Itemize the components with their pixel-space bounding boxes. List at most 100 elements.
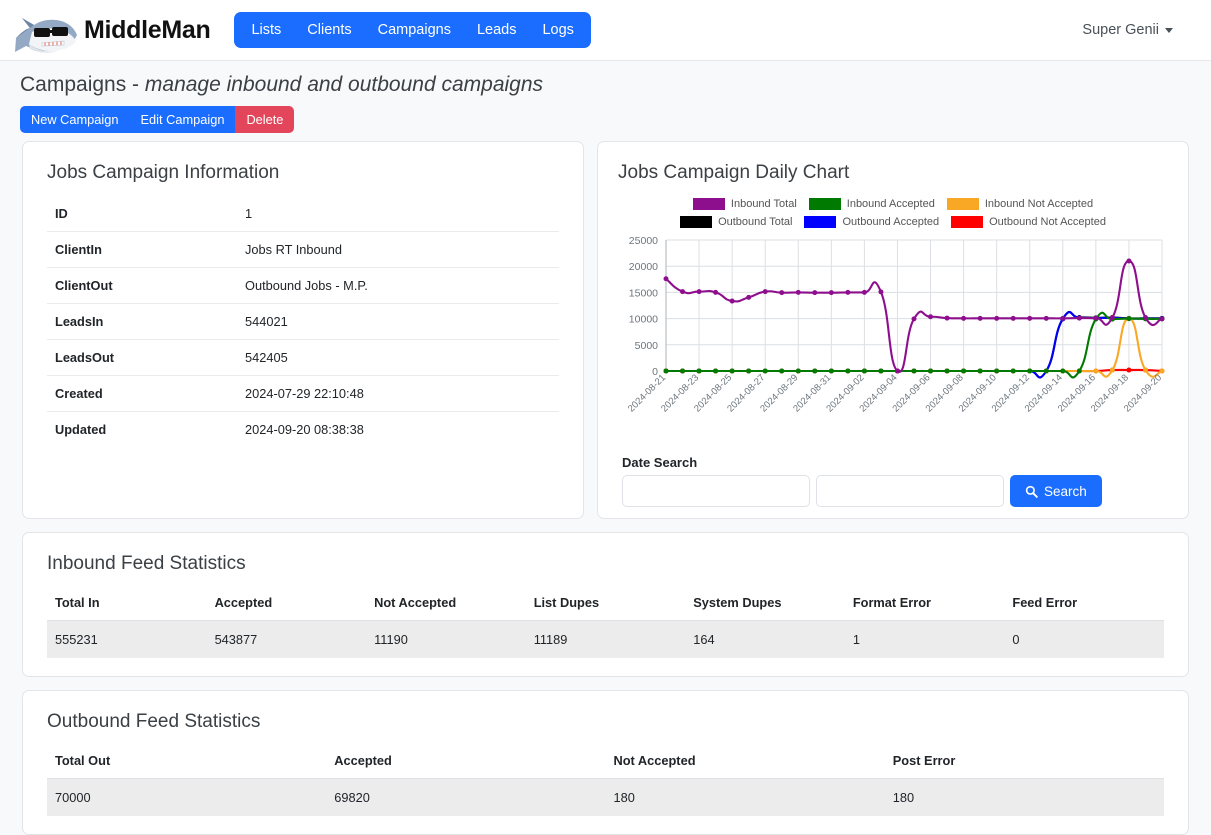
svg-text:5000: 5000 (635, 340, 659, 352)
inbound-statistics-table: Total In Accepted Not Accepted List Dupes Sy… (47, 587, 1164, 658)
outbound-feed-statistics-card: Outbound Feed Statistics Total Out Accept… (22, 690, 1189, 835)
nav-item-campaigns[interactable]: Campaigns (365, 15, 464, 45)
legend-item[interactable]: Inbound Not Accepted (946, 198, 1093, 210)
svg-text:15000: 15000 (629, 287, 658, 299)
table-cell: 11189 (525, 620, 686, 658)
new-campaign-button[interactable]: New Campaign (20, 106, 130, 133)
info-value-updated: 2024-09-20 08:38:38 (237, 411, 559, 447)
delete-button[interactable]: Delete (235, 106, 295, 133)
legend-swatch (808, 198, 841, 210)
column-header: Feed Error (1012, 595, 1078, 610)
legend-swatch (946, 198, 979, 210)
table-row: LeadsIn 544021 (47, 303, 559, 340)
page-title-main: Campaigns - (20, 73, 145, 96)
table-row: ClientOut Outbound Jobs - M.P. (47, 267, 559, 304)
daily-line-chart: 05000100001500020000250002024-08-212024-… (626, 235, 1165, 414)
date-from-input[interactable] (622, 475, 810, 507)
legend-swatch (692, 198, 725, 210)
column-header: Accepted (334, 753, 392, 768)
search-button[interactable]: Search (1010, 475, 1102, 507)
legend-swatch (804, 216, 837, 228)
action-button-group: New Campaign Edit Campaign Delete (20, 106, 1211, 133)
page-title-subtitle: manage inbound and outbound campaigns (144, 73, 544, 96)
nav-item-logs[interactable]: Logs (529, 15, 586, 45)
table-row: ID 1 (47, 196, 559, 232)
navbar-right: Super Genii (1082, 22, 1197, 38)
info-value-clientout: Outbound Jobs - M.P. (237, 267, 559, 304)
inbound-statistics-title: Inbound Feed Statistics (47, 553, 246, 574)
info-value-leadsin: 544021 (237, 303, 559, 340)
column-header: Total In (55, 595, 100, 610)
table-cell: 164 (685, 620, 845, 658)
legend-swatch (680, 216, 713, 228)
nav-item-clients[interactable]: Clients (294, 15, 364, 45)
campaign-information-table: ID 1 ClientIn Jobs RT Inbound ClientOut … (47, 196, 559, 447)
daily-chart-title: Jobs Campaign Daily Chart (618, 162, 850, 183)
campaign-information-card: Jobs Campaign Information ID 1 ClientIn … (22, 141, 584, 519)
table-row: 555231 543877 11190 11189 164 1 0 (47, 620, 1164, 658)
user-menu-dropdown[interactable]: Super Genii (1082, 22, 1173, 38)
top-card-row: Jobs Campaign Information ID 1 ClientIn … (0, 133, 1211, 519)
page-header: Campaigns - manage inbound and outbound … (0, 61, 1211, 97)
column-header: Accepted (214, 595, 273, 610)
user-menu-label: Super Genii (1082, 22, 1159, 38)
info-value-clientin: Jobs RT Inbound (237, 231, 559, 268)
page-title: Campaigns - manage inbound and outbound … (20, 73, 1211, 97)
table-cell: 1 (844, 620, 1005, 658)
table-cell: 70000 (47, 778, 327, 816)
info-value-created: 2024-07-29 22:10:48 (237, 375, 559, 412)
magnifier-icon (1025, 485, 1038, 498)
info-key-updated: Updated (47, 411, 237, 447)
table-cell: 543877 (206, 620, 367, 658)
svg-text:10000: 10000 (629, 314, 658, 326)
info-value-id: 1 (245, 206, 253, 221)
outbound-statistics-title: Outbound Feed Statistics (47, 711, 261, 732)
column-header: System Dupes (693, 595, 782, 610)
column-header: Not Accepted (374, 595, 457, 610)
date-search-row: Search (618, 475, 1168, 507)
table-cell: 180 (884, 778, 1164, 816)
column-header: Post Error (892, 753, 956, 768)
brand-logo-link[interactable]: MiddleMan (12, 2, 211, 58)
brand-name: MiddleMan (84, 15, 211, 44)
column-header: Not Accepted (613, 753, 696, 768)
table-row: LeadsOut 542405 (47, 339, 559, 376)
legend-label: Outbound Accepted (842, 216, 940, 228)
svg-text:20000: 20000 (629, 261, 658, 273)
info-key-leadsout: LeadsOut (47, 339, 237, 376)
table-cell: 0 (1004, 620, 1164, 658)
table-cell: 11190 (366, 620, 526, 658)
legend-label: Inbound Accepted (846, 198, 935, 210)
edit-campaign-button[interactable]: Edit Campaign (129, 106, 236, 133)
column-header: Total Out (55, 753, 111, 768)
legend-item[interactable]: Inbound Total (692, 198, 797, 210)
svg-text:25000: 25000 (629, 235, 658, 247)
info-key-created: Created (47, 375, 237, 412)
date-to-input[interactable] (816, 475, 1004, 507)
info-value-leadsout: 542405 (237, 339, 559, 376)
legend-swatch (951, 216, 984, 228)
legend-item[interactable]: Outbound Not Accepted (951, 216, 1106, 228)
inbound-feed-statistics-card: Inbound Feed Statistics Total In Accepted… (22, 532, 1189, 677)
outbound-statistics-table: Total Out Accepted Not Accepted Post Error 7… (47, 745, 1164, 816)
table-cell: 555231 (47, 620, 207, 658)
table-row: Created 2024-07-29 22:10:48 (47, 375, 559, 412)
top-navbar: MiddleMan Lists Clients Campaigns Leads … (0, 0, 1211, 61)
nav-item-lists[interactable]: Lists (238, 15, 294, 45)
caret-down-icon (1165, 27, 1173, 33)
table-header-row: Total Out Accepted Not Accepted Post Error (47, 745, 1164, 779)
legend-item[interactable]: Outbound Total (680, 216, 792, 228)
chart-legend: Inbound Total Inbound Accepted Inbound Not… (643, 196, 1143, 234)
info-key-clientout: ClientOut (47, 267, 237, 304)
info-key-clientin: ClientIn (47, 231, 237, 268)
column-header: List Dupes (533, 595, 600, 610)
nav-item-leads[interactable]: Leads (464, 15, 530, 45)
date-search-label: Date Search (622, 455, 698, 470)
main-nav: Lists Clients Campaigns Leads Logs (234, 12, 591, 48)
legend-item[interactable]: Outbound Accepted (804, 216, 939, 228)
legend-item[interactable]: Inbound Accepted (808, 198, 935, 210)
search-button-label: Search (1044, 483, 1087, 499)
info-key-id: ID (55, 206, 68, 221)
legend-label: Outbound Total (718, 216, 793, 228)
column-header: Format Error (852, 595, 932, 610)
